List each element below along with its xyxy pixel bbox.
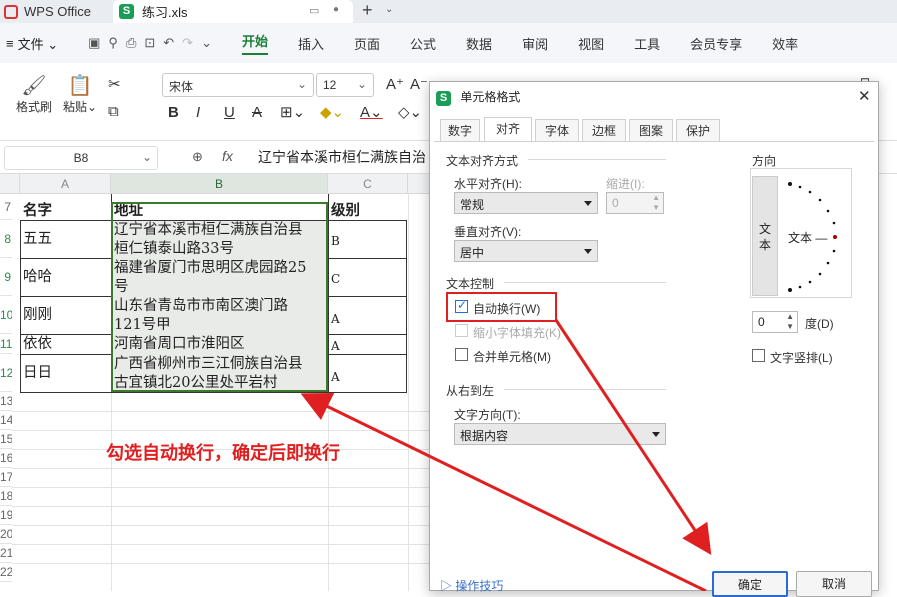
annotation-arrows (300, 319, 712, 591)
